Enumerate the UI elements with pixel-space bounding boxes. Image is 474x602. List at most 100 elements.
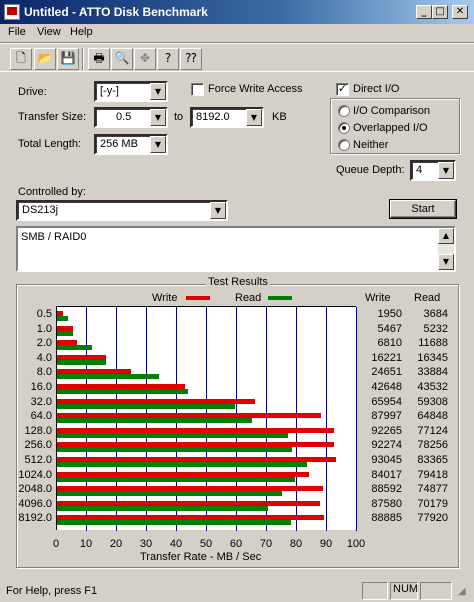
write-value: 88592 <box>371 483 402 496</box>
window-title: Untitled - ATTO Disk Benchmark <box>24 5 208 19</box>
transfer-size-row-label: 512.0 <box>24 454 52 466</box>
read-bar <box>57 432 289 438</box>
transfer-size-row-label: 2.0 <box>36 337 52 350</box>
print-icon[interactable]: 🖶 <box>88 48 110 70</box>
grid-line <box>296 307 297 531</box>
transfer-size-row-label: 1.0 <box>36 322 52 335</box>
io-comparison-label: I/O Comparison <box>353 105 431 117</box>
total-length-select[interactable]: 256 MB ▼ <box>94 134 168 155</box>
transfer-size-from-value: 0.5 <box>116 111 132 123</box>
neither-radio[interactable] <box>338 139 350 151</box>
read-value: 64848 <box>417 410 448 423</box>
x-tick-label: 100 <box>346 538 366 550</box>
transfer-size-row-label: 1024.0 <box>18 468 52 481</box>
controlled-by-label: Controlled by: <box>18 186 86 198</box>
read-value: 79418 <box>417 468 448 481</box>
transfer-size-row-label: 8192.0 <box>18 512 52 525</box>
write-value: 92274 <box>371 439 402 452</box>
write-value: 93045 <box>371 454 402 466</box>
context-help-icon[interactable]: ⁇ <box>180 48 202 70</box>
title-bar[interactable]: Untitled - ATTO Disk Benchmark _ □ ✕ <box>0 0 474 24</box>
move-icon[interactable]: ✥ <box>134 48 156 70</box>
save-icon[interactable]: 💾 <box>57 48 79 70</box>
column-write-header: Write <box>365 292 391 304</box>
description-text: SMB / RAID0 <box>21 231 87 243</box>
transfer-size-label: Transfer Size: <box>18 111 87 123</box>
x-tick-label: 0 <box>52 538 60 550</box>
scroll-down-icon[interactable]: ▼ <box>438 254 454 270</box>
menu-view[interactable]: View <box>37 26 61 38</box>
legend-write-swatch <box>186 296 210 300</box>
chevron-down-icon[interactable]: ▼ <box>150 109 166 126</box>
read-bar <box>57 520 291 526</box>
force-write-checkbox[interactable] <box>191 83 204 96</box>
column-read-header: Read <box>414 292 441 304</box>
status-panel-caps <box>362 582 388 600</box>
drive-select[interactable]: [-y-] ▼ <box>94 81 168 102</box>
menu-help[interactable]: Help <box>70 26 93 38</box>
x-tick-label: 50 <box>199 538 213 550</box>
transfer-size-row-label: 8.0 <box>36 366 52 379</box>
new-icon[interactable]: 🗋 <box>10 48 32 70</box>
write-value: 16221 <box>371 351 402 364</box>
write-value: 1950 <box>377 308 402 320</box>
queue-depth-select[interactable]: 4 ▼ <box>410 160 456 181</box>
help-icon[interactable]: ? <box>157 48 179 70</box>
close-button[interactable]: ✕ <box>452 5 468 19</box>
read-value: 5232 <box>423 322 448 335</box>
read-value: 16345 <box>417 351 448 364</box>
chevron-down-icon[interactable]: ▼ <box>150 83 166 100</box>
read-bar <box>57 374 159 380</box>
write-value: 87580 <box>371 497 402 510</box>
minimize-button[interactable]: _ <box>416 5 432 19</box>
write-value: 42648 <box>371 381 402 393</box>
status-panel-num: NUM <box>390 582 418 600</box>
x-tick-label: 20 <box>109 538 123 550</box>
read-bar <box>57 403 235 409</box>
status-num-text: NUM <box>393 583 419 595</box>
open-icon[interactable]: 📂 <box>34 48 56 70</box>
read-bar <box>57 316 69 321</box>
io-comparison-radio[interactable] <box>338 105 350 117</box>
description-textarea[interactable]: SMB / RAID0 ▲ ▼ <box>16 226 456 272</box>
x-tick-label: 60 <box>229 538 243 550</box>
write-value: 5467 <box>377 322 402 335</box>
chevron-down-icon[interactable]: ▼ <box>438 162 454 179</box>
read-value: 77920 <box>417 512 448 525</box>
chevron-down-icon[interactable]: ▼ <box>210 202 226 219</box>
overlapped-io-radio[interactable] <box>338 122 350 134</box>
drive-label: Drive: <box>18 86 47 98</box>
direct-io-checkbox[interactable]: ✓ <box>336 83 349 96</box>
chevron-down-icon[interactable]: ▼ <box>246 109 262 126</box>
menu-file[interactable]: File <box>8 26 26 38</box>
read-bar <box>57 330 73 336</box>
transfer-size-row-label: 256.0 <box>24 439 52 452</box>
maximize-button[interactable]: □ <box>432 5 448 19</box>
app-icon[interactable] <box>4 4 20 20</box>
direct-io-label: Direct I/O <box>353 83 400 95</box>
resize-grip-icon[interactable]: ◢ <box>458 586 472 600</box>
grid-line <box>326 307 327 531</box>
read-bar <box>57 418 252 424</box>
read-value: 33884 <box>417 366 448 379</box>
transfer-size-row-label: 32.0 <box>30 395 52 408</box>
write-value: 87997 <box>371 410 402 423</box>
write-value: 88885 <box>371 512 402 525</box>
transfer-size-from-select[interactable]: 0.5 ▼ <box>94 107 168 128</box>
start-button[interactable]: Start <box>390 200 456 218</box>
test-results-title: Test Results <box>206 276 270 288</box>
controlled-by-select[interactable]: DS213j ▼ <box>16 200 228 221</box>
transfer-size-row-label: 2048.0 <box>18 483 52 496</box>
description-scrollbar[interactable]: ▲ ▼ <box>438 228 454 270</box>
transfer-size-to-select[interactable]: 8192.0 ▼ <box>190 107 264 128</box>
total-length-value: 256 MB <box>100 138 138 150</box>
read-value: 43532 <box>417 381 448 393</box>
chevron-down-icon[interactable]: ▼ <box>150 136 166 153</box>
x-axis-label: Transfer Rate - MB / Sec <box>140 551 262 563</box>
x-tick-label: 70 <box>259 538 273 550</box>
transfer-size-to-label: to <box>174 111 184 123</box>
print-preview-icon[interactable]: 🔍 <box>111 48 133 70</box>
write-value: 6810 <box>377 337 402 350</box>
scroll-up-icon[interactable]: ▲ <box>438 228 454 244</box>
x-tick-label: 80 <box>289 538 303 550</box>
